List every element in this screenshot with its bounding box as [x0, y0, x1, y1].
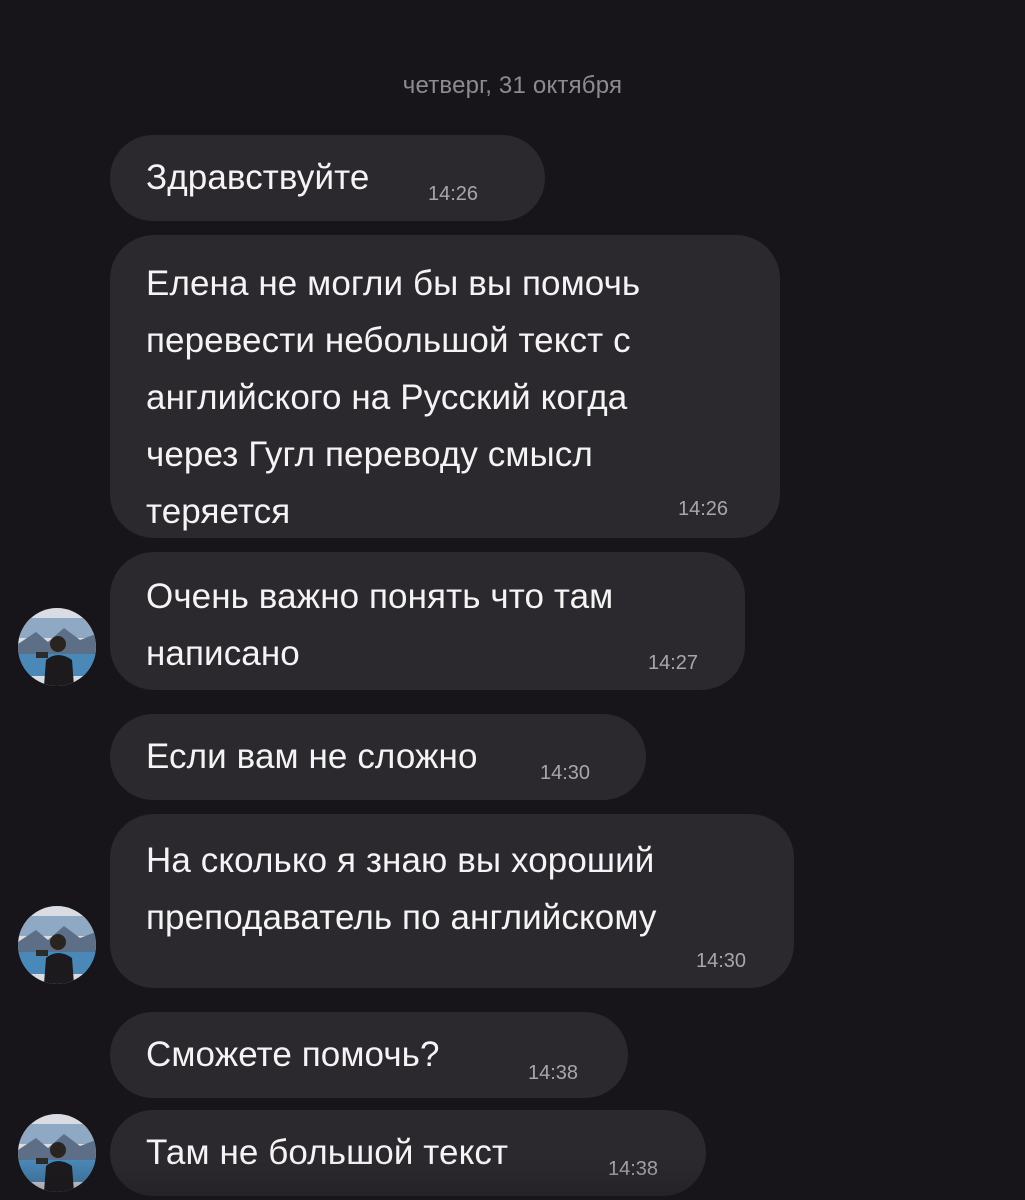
- message-text: Очень важно понять что там написано: [146, 577, 614, 673]
- message-text: На сколько я знаю вы хороший преподавате…: [146, 841, 657, 937]
- message-bubble[interactable]: Очень важно понять что там написано 14:2…: [110, 552, 745, 690]
- message-time: 14:38: [528, 1062, 579, 1084]
- avatar[interactable]: [18, 608, 96, 686]
- avatar-photo-icon: [18, 1114, 96, 1192]
- message-time: 14:26: [428, 183, 479, 205]
- message-bubble[interactable]: Там не большой текст 14:38: [110, 1110, 706, 1196]
- message-text: Если вам не сложно: [146, 737, 478, 776]
- avatar[interactable]: [18, 906, 96, 984]
- message-bubble[interactable]: Елена не могли бы вы помочь перевести не…: [110, 235, 780, 538]
- date-separator: четверг, 31 октября: [402, 72, 623, 99]
- message-time: 14:27: [648, 652, 699, 674]
- avatar-photo-icon: [18, 608, 96, 686]
- message-time: 14:30: [540, 762, 591, 784]
- message-time: 14:30: [696, 950, 747, 972]
- avatar[interactable]: [18, 1114, 96, 1192]
- message-bubble[interactable]: На сколько я знаю вы хороший преподавате…: [110, 814, 794, 988]
- message-bubble[interactable]: Здравствуйте 14:26: [110, 135, 545, 221]
- message-bubble[interactable]: Если вам не сложно 14:30: [110, 714, 646, 800]
- message-text: Сможете помочь?: [146, 1035, 440, 1074]
- chat-history[interactable]: четверг, 31 октября Здравствуйте 14:26 Е…: [0, 0, 1025, 1200]
- message-text: Елена не могли бы вы помочь перевести не…: [146, 264, 641, 531]
- message-bubble[interactable]: Сможете помочь? 14:38: [110, 1012, 628, 1098]
- message-time: 14:38: [608, 1158, 659, 1180]
- avatar-photo-icon: [18, 906, 96, 984]
- message-text: Здравствуйте: [146, 158, 370, 197]
- message-text: Там не большой текст: [146, 1133, 509, 1172]
- message-time: 14:26: [678, 498, 729, 520]
